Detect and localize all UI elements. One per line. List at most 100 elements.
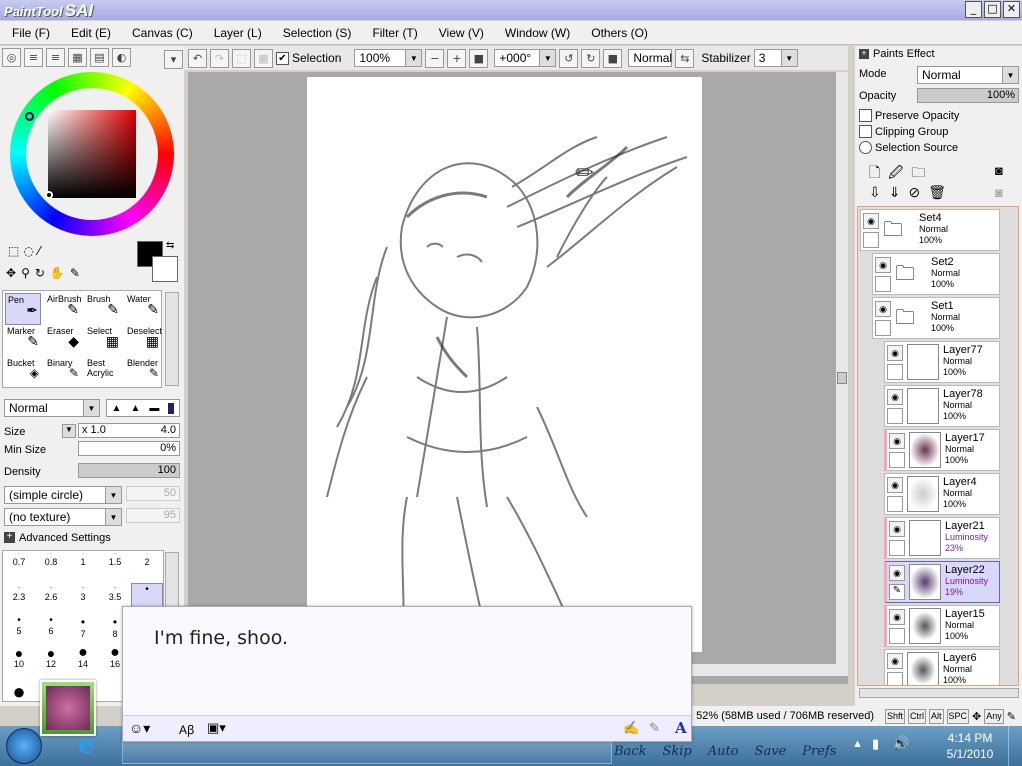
handwriting-icon[interactable]: ✍ xyxy=(623,720,639,736)
shape-medium-icon[interactable]: ▲ xyxy=(130,403,140,414)
brush-size-preset[interactable]: ● 12 xyxy=(35,646,67,679)
zoom-out-icon[interactable]: − xyxy=(425,48,445,68)
brush-size-preset[interactable]: • 6 xyxy=(35,615,67,647)
selection-source-checkbox[interactable] xyxy=(859,141,872,154)
tool-blender[interactable]: Blender ✎ xyxy=(125,357,161,389)
layer-item[interactable]: ◉ 🗀 Set2 Normal 100% xyxy=(872,253,1000,295)
saturation-value-square[interactable] xyxy=(48,110,136,198)
zoom-in-icon[interactable]: + xyxy=(447,48,467,68)
tool-brush[interactable]: Brush ✎ xyxy=(85,293,121,325)
brush-size-preset[interactable]: · 1 xyxy=(67,551,99,583)
menu-others[interactable]: Others (O) xyxy=(579,26,657,40)
tool-airbrush[interactable]: AirBrush ✎ xyxy=(45,293,82,325)
tool-binary[interactable]: Binary ✎ xyxy=(45,357,81,389)
menu-filter[interactable]: Filter (T) xyxy=(360,26,426,40)
menu-layer[interactable]: Layer (L) xyxy=(202,26,271,40)
hsv-slider-tab-icon[interactable]: ≡ xyxy=(46,48,65,67)
magic-wand-icon[interactable]: ⁄ xyxy=(38,244,40,258)
layer-item[interactable]: ◉ Layer6 Normal 100% xyxy=(884,649,1000,685)
brush-shape-select[interactable]: (simple circle) ▼ xyxy=(4,486,122,504)
brush-size-preset[interactable]: · 1.5 xyxy=(99,551,131,583)
shape-square-icon[interactable]: ■ xyxy=(168,402,175,414)
layer-item[interactable]: ◉ Layer77 Normal 100% xyxy=(884,341,1000,383)
scratchpad-tab-icon[interactable]: ▤ xyxy=(90,48,109,67)
visibility-eye-icon[interactable]: ◉ xyxy=(889,433,905,449)
minimize-button[interactable]: _ xyxy=(965,1,982,18)
menu-file[interactable]: File (F) xyxy=(0,26,59,40)
delete-layer-icon[interactable]: 🗑 xyxy=(928,184,946,201)
tool-pen[interactable]: Pen ✒ xyxy=(5,293,41,325)
deselect-icon[interactable]: ⬚ xyxy=(232,48,251,68)
size-slider[interactable]: x 1.0 4.0 xyxy=(78,423,180,438)
menu-canvas[interactable]: Canvas (C) xyxy=(120,26,202,40)
tool-scrollbar[interactable] xyxy=(165,292,179,386)
merge-down-icon[interactable]: ⇓ xyxy=(889,184,901,201)
rotation-select[interactable]: +000° ▼ xyxy=(494,49,557,67)
brush-size-preset[interactable]: ● 14 xyxy=(67,645,99,679)
texture-strength[interactable]: 95 xyxy=(126,508,180,523)
brush-size-preset[interactable]: · 2.3 xyxy=(3,583,35,615)
redo-icon[interactable]: ↷ xyxy=(210,48,229,68)
navigator-tab-icon[interactable]: ◐ xyxy=(112,48,131,67)
start-button[interactable] xyxy=(6,728,42,764)
advanced-settings-label[interactable]: Advanced Settings xyxy=(19,532,111,544)
menu-selection[interactable]: Selection (S) xyxy=(271,26,361,40)
undo-icon[interactable]: ↶ xyxy=(188,48,207,68)
tool-bucket[interactable]: Bucket ◈ xyxy=(5,357,41,389)
visibility-eye-icon[interactable]: ◉ xyxy=(863,213,879,229)
canvas-area[interactable]: ✎ xyxy=(188,72,848,684)
swap-colors-icon[interactable]: ⇆ xyxy=(166,240,174,251)
eyedropper-icon[interactable]: ✎ xyxy=(70,266,80,280)
rgb-slider-tab-icon[interactable]: ≡ xyxy=(24,48,43,67)
transfer-down-icon[interactable]: ⇩ xyxy=(869,184,881,201)
visibility-eye-icon[interactable]: ◉ xyxy=(887,477,903,493)
rotate-left-icon[interactable]: ↺ xyxy=(559,48,579,68)
advanced-settings-expand-icon[interactable]: + xyxy=(4,532,15,543)
new-linework-layer-icon[interactable]: 🖉 xyxy=(888,162,903,186)
brush-size-preset[interactable]: · 2 xyxy=(131,551,163,583)
visibility-eye-icon[interactable]: ◉ xyxy=(887,653,903,669)
layer-item[interactable]: ◉ Layer78 Normal 100% xyxy=(884,385,1000,427)
tool-best-acrylic[interactable]: Best Acrylic xyxy=(85,357,121,389)
clipping-group-checkbox[interactable] xyxy=(859,125,872,138)
zoom-select[interactable]: 100% ▼ xyxy=(354,49,423,67)
brush-size-preset[interactable]: • 7 xyxy=(67,615,99,647)
spell-check-icon[interactable]: Aꞵ xyxy=(179,721,195,738)
volume-icon[interactable]: 🔊 xyxy=(892,735,909,752)
layer-item[interactable]: ◉ Layer4 Normal 100% xyxy=(884,473,1000,515)
brush-mode-select[interactable]: Normal ▼ xyxy=(4,399,100,417)
auto-button[interactable]: Auto xyxy=(708,744,739,759)
rotate-icon[interactable]: ↻ xyxy=(35,266,45,280)
rotate-right-icon[interactable]: ↻ xyxy=(581,48,601,68)
visibility-eye-icon[interactable]: ◉ xyxy=(889,565,905,581)
send-file-icon[interactable]: ▣▾ xyxy=(207,720,226,736)
shape-strength[interactable]: 50 xyxy=(126,486,180,501)
layer-item[interactable]: ◉ Layer21 Luminosity 23% xyxy=(884,517,1000,559)
back-button[interactable]: Back xyxy=(614,744,646,759)
texture-select[interactable]: (no texture) ▼ xyxy=(4,508,122,526)
menu-window[interactable]: Window (W) xyxy=(493,26,579,40)
menu-edit[interactable]: Edit (E) xyxy=(59,26,120,40)
brush-size-preset[interactable]: · 3 xyxy=(67,583,99,615)
layer-mask-icon[interactable]: ◙ xyxy=(995,163,1003,178)
layer-item-selected[interactable]: ◉ ✎ Layer22 Luminosity 19% xyxy=(884,561,1000,603)
battery-icon[interactable]: ▮ xyxy=(872,736,879,752)
rect-select-icon[interactable]: ⬚ xyxy=(8,244,19,258)
swatches-tab-icon[interactable]: ▦ xyxy=(68,48,87,67)
tool-eraser[interactable]: Eraser ◆ xyxy=(45,325,81,357)
visibility-eye-icon[interactable]: ◉ xyxy=(887,345,903,361)
layer-item[interactable]: ◉ Layer17 Normal 100% xyxy=(884,429,1000,471)
layer-mode-select[interactable]: Normal ▼ xyxy=(917,66,1019,84)
color-wheel-tab-icon[interactable]: ◎ xyxy=(2,48,21,67)
menu-view[interactable]: View (V) xyxy=(427,26,493,40)
brush-shape-buttons[interactable]: ▲ ▲ ▬ ■ xyxy=(106,399,180,417)
layer-item[interactable]: ◉ 🗀 Set1 Normal 100% xyxy=(872,297,1000,339)
invert-selection-icon[interactable]: ▦ xyxy=(254,48,273,68)
tool-deselect[interactable]: Deselect ▦ xyxy=(125,325,162,357)
canvas-paper[interactable] xyxy=(307,77,702,652)
secondary-color-swatch[interactable] xyxy=(152,256,178,282)
visibility-eye-icon[interactable]: ◉ xyxy=(875,301,891,317)
clock[interactable]: 4:14 PM 5/1/2010 xyxy=(940,730,1000,762)
flip-horizontal-icon[interactable]: ⇆ xyxy=(675,48,695,68)
selection-checkbox[interactable]: ✔ xyxy=(276,51,289,65)
